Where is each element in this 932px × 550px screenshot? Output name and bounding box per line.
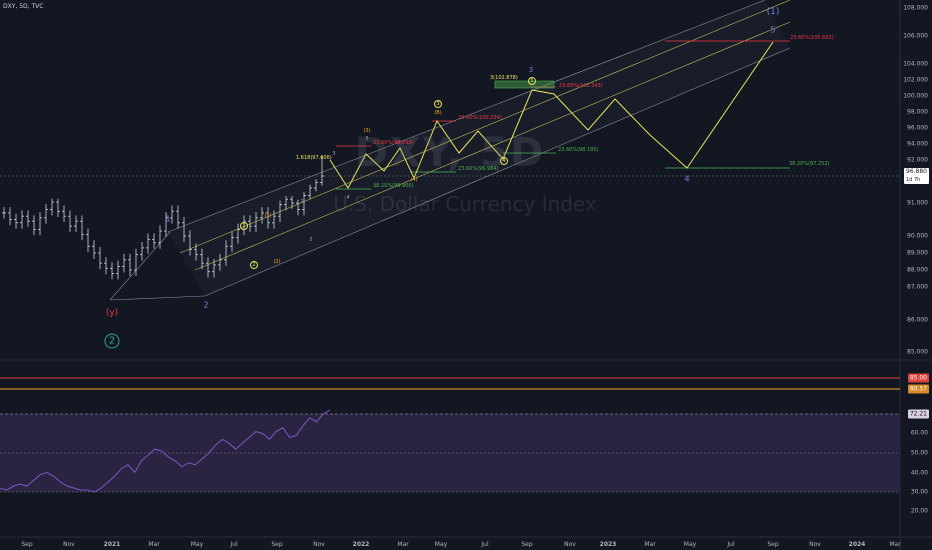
- time-tick: Mar: [644, 541, 656, 548]
- price-tick: 91.000: [907, 199, 928, 207]
- wave-label-2: 2: [203, 300, 209, 310]
- sub-wave-2: 2: [250, 261, 258, 269]
- time-tick: May: [190, 541, 204, 548]
- time-tick: Nov: [809, 541, 821, 548]
- indicator-tick: 40.00: [910, 469, 928, 477]
- indicator-tick: 60.00: [910, 429, 928, 437]
- price-tick: 89.000: [907, 249, 928, 257]
- fib-label-green-1: 38.20%(97.252): [789, 161, 830, 167]
- minor-wave-1: 1: [300, 198, 304, 204]
- sub-wave-i: (1): [264, 213, 272, 219]
- last-price-badge: 96.880 1d 7h: [904, 168, 929, 184]
- time-tick: Nov: [313, 541, 325, 548]
- watermark-name: U.S. Dollar Currency Index: [333, 192, 597, 216]
- fib-label-red-4: 23.60%(98.899): [373, 140, 414, 146]
- time-tick: Jul: [727, 541, 735, 548]
- price-tick: 92.000: [907, 156, 928, 164]
- sub-wave-ii: (2): [273, 259, 281, 265]
- sub-wave-b: (B): [434, 110, 442, 116]
- price-tick: 87.000: [907, 283, 928, 291]
- last-price-countdown: 1d 7h: [906, 177, 921, 183]
- price-tick: 104.000: [903, 60, 928, 68]
- time-tick: Jul: [230, 541, 238, 548]
- extension-label-1: 1.618(97.606): [296, 155, 332, 161]
- time-tick: Sep: [271, 541, 283, 548]
- hline-mid-badge: 80.57: [907, 384, 929, 394]
- time-tick: 2023: [599, 541, 617, 548]
- time-tick: 2021: [103, 541, 121, 548]
- indicator-tick: 50.00: [910, 449, 928, 457]
- fib-label-red-2: 23.60%(102.343): [559, 83, 603, 89]
- minor-wave-5: 5: [365, 135, 369, 141]
- price-tick: 94.000: [907, 140, 928, 148]
- wave-label-5: 5: [770, 25, 776, 35]
- price-tick: 102.000: [903, 76, 928, 84]
- wave-label-big-1: (1): [766, 7, 780, 17]
- time-tick: Mar: [889, 541, 901, 548]
- sub-wave-3: 3: [434, 100, 442, 108]
- time-tick: May: [434, 541, 448, 548]
- chart-canvas: [0, 0, 932, 550]
- price-tick: 106.000: [903, 32, 928, 40]
- minor-wave-3: 3: [332, 150, 336, 156]
- time-tick: Sep: [767, 541, 779, 548]
- minor-wave-2: 2: [309, 236, 313, 242]
- sub-wave-iii: (3): [363, 128, 371, 134]
- price-tick: 86.000: [907, 316, 928, 324]
- time-tick: Sep: [521, 541, 533, 548]
- time-tick: Nov: [564, 541, 576, 548]
- time-tick: Mar: [397, 541, 409, 548]
- fib-label-red-3: 23.60%(100.234): [458, 115, 502, 121]
- time-tick: 2022: [352, 541, 370, 548]
- indicator-tick: 30.00: [910, 488, 928, 496]
- price-tick: 98.000: [907, 108, 928, 116]
- price-tick: 100.000: [903, 92, 928, 100]
- price-tick: 88.000: [907, 266, 928, 274]
- time-tick: Nov: [63, 541, 75, 548]
- fib-label-green-2: 23.60%(98.185): [558, 147, 599, 153]
- time-tick: Mar: [148, 541, 160, 548]
- wave-label-y: (y): [105, 308, 119, 318]
- sub-wave-4: 4: [500, 157, 508, 165]
- wave-label-4: 4: [684, 174, 690, 184]
- rsi-value-badge: 72.21: [907, 409, 929, 419]
- sub-wave-1: 1: [240, 222, 248, 230]
- wave-label-3: 3: [528, 66, 534, 74]
- symbol-label[interactable]: DXY, 5D, TVC: [3, 3, 43, 10]
- time-tick: Jul: [481, 541, 489, 548]
- extension-label-2: 3(102.878): [490, 75, 518, 81]
- time-tick: May: [683, 541, 697, 548]
- price-tick: 90.000: [907, 232, 928, 240]
- time-tick: 2024: [848, 541, 866, 548]
- time-tick: Sep: [21, 541, 33, 548]
- price-tick: 108.000: [903, 4, 928, 12]
- hline-top-badge: 85.00: [907, 373, 929, 383]
- minor-wave-4: 4: [346, 194, 350, 200]
- price-tick: 96.000: [907, 124, 928, 132]
- last-price-value: 96.880: [906, 168, 927, 175]
- target-box: [494, 80, 555, 89]
- fib-label-red-1: 23.60%(105.602): [790, 35, 834, 41]
- price-tick: 85.000: [907, 348, 928, 356]
- sub-wave-5: 5: [528, 77, 536, 85]
- wave-label-1: 1: [165, 214, 171, 224]
- wave-label-big-2: 2: [104, 333, 120, 349]
- fib-label-green-3: 23.60%(96.984): [458, 166, 499, 172]
- indicator-tick: 20.00: [910, 507, 928, 515]
- sub-wave-iv: (4): [410, 177, 418, 183]
- fib-label-green-4: 38.20%(95.906): [373, 183, 414, 189]
